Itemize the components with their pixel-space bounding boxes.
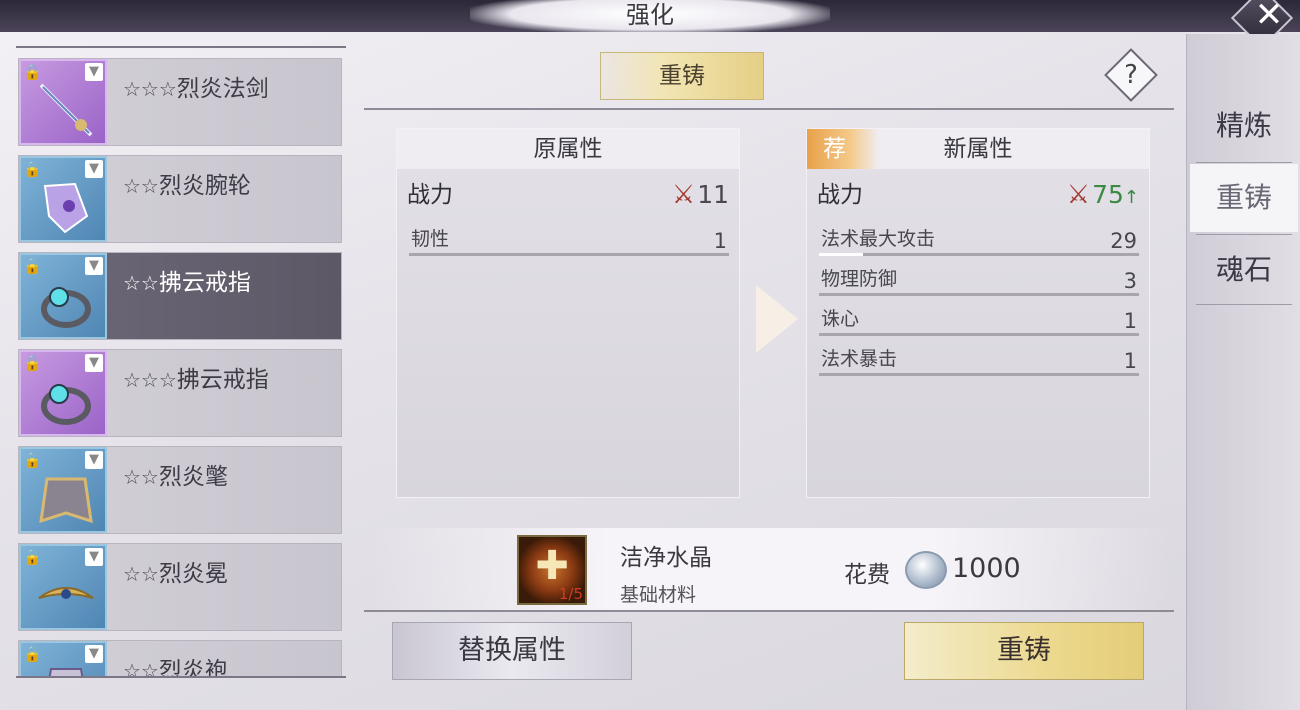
attribute-row: 法术暴击 1 bbox=[819, 337, 1139, 376]
equipment-thumb: 🔒 ▼ bbox=[19, 544, 107, 630]
crossed-swords-icon: ⚔ bbox=[1066, 180, 1091, 210]
attribute-value: 1 bbox=[1123, 309, 1137, 333]
equipment-item[interactable]: 🔒 ▼ ☆☆☆拂云戒指 bbox=[18, 349, 342, 437]
item-name: ☆☆烈炎袍 bbox=[123, 658, 228, 678]
crossed-swords-icon: ⚔ bbox=[671, 180, 696, 210]
equipment-thumb: 🔒 ▼ bbox=[19, 59, 107, 145]
side-tab-reforge[interactable]: 重铸 bbox=[1190, 164, 1298, 232]
attribute-label: 韧性 bbox=[411, 228, 450, 250]
equipment-thumb: 🔒 ▼ bbox=[19, 447, 107, 533]
power-row: 战力 ⚔75↑ bbox=[817, 177, 1139, 213]
equipment-item[interactable]: 🔒 ▼ ☆☆烈炎腕轮 bbox=[18, 155, 342, 243]
attribute-row: 诛心 1 bbox=[819, 297, 1139, 336]
power-label: 战力 bbox=[407, 182, 453, 208]
side-tab-divider bbox=[1196, 304, 1292, 305]
cloak-art-icon bbox=[39, 477, 93, 524]
old-attributes-panel: 原属性 战力 ⚔11 韧性 1 bbox=[396, 128, 740, 498]
arrow-right-icon bbox=[756, 285, 798, 353]
equipment-item-selected[interactable]: 🔒 ▼ ☆☆拂云戒指 bbox=[18, 252, 342, 340]
attribute-label: 物理防御 bbox=[821, 268, 898, 290]
material-count: 1/5 bbox=[558, 585, 583, 603]
attribute-row: 韧性 1 bbox=[409, 217, 729, 256]
equipment-item[interactable]: 🔒 ▼ ☆☆☆烈炎法剑 bbox=[18, 58, 342, 146]
attribute-value: 29 bbox=[1110, 229, 1137, 253]
power-label: 战力 bbox=[817, 182, 863, 208]
close-icon[interactable]: ✕ bbox=[1249, 0, 1289, 38]
power-up-arrow-icon: ↑ bbox=[1123, 187, 1139, 208]
panel-title: 原属性 bbox=[533, 136, 603, 162]
item-name: ☆☆烈炎冕 bbox=[123, 561, 228, 587]
item-name: ☆☆拂云戒指 bbox=[123, 270, 251, 296]
side-tab-divider bbox=[1196, 234, 1292, 235]
footer-divider bbox=[364, 610, 1174, 612]
attribute-value: 3 bbox=[1123, 269, 1137, 293]
attribute-label: 法术暴击 bbox=[821, 348, 898, 370]
item-name: ☆☆☆拂云戒指 bbox=[123, 367, 269, 393]
equipment-thumb: 🔒 ▼ bbox=[19, 253, 107, 339]
tab-reforge[interactable]: 重铸 bbox=[600, 52, 764, 100]
list-bottom-divider bbox=[16, 676, 346, 678]
bracer-art-icon bbox=[43, 182, 89, 234]
crystal-cross-icon: ✚ bbox=[535, 543, 569, 589]
power-row: 战力 ⚔11 bbox=[407, 177, 729, 213]
crown-art-icon bbox=[38, 587, 94, 599]
material-strip bbox=[370, 528, 1170, 610]
equipment-item[interactable]: 🔒 ▼ ☆☆烈炎冕 bbox=[18, 543, 342, 631]
silver-coin-icon bbox=[905, 551, 947, 589]
equipment-thumb: 🔒 ▼ bbox=[19, 350, 107, 436]
power-value: ⚔75↑ bbox=[1066, 180, 1139, 210]
attribute-label: 法术最大攻击 bbox=[821, 228, 936, 250]
window-title: 强化 bbox=[626, 1, 674, 29]
replace-attributes-button[interactable]: 替换属性 bbox=[392, 622, 632, 680]
ring-art-icon bbox=[41, 384, 91, 425]
material-name: 洁净水晶 bbox=[620, 545, 712, 571]
item-name: ☆☆☆烈炎法剑 bbox=[123, 76, 269, 102]
equipment-list[interactable]: 🔒 ▼ ☆☆☆烈炎法剑 🔒 ▼ ☆☆烈炎腕轮 🔒 ▼ ☆☆拂云戒指 🔒 ▼ ☆☆… bbox=[16, 44, 350, 678]
header-divider bbox=[364, 108, 1174, 110]
attribute-row: 物理防御 3 bbox=[819, 257, 1139, 296]
equipment-item[interactable]: 🔒 ▼ ☆☆烈炎氅 bbox=[18, 446, 342, 534]
material-type: 基础材料 bbox=[620, 584, 697, 606]
reforge-button[interactable]: 重铸 bbox=[904, 622, 1144, 680]
sword-art-icon bbox=[39, 83, 93, 137]
attribute-label: 诛心 bbox=[821, 308, 860, 330]
attribute-highlight bbox=[819, 253, 863, 256]
side-tab-refine[interactable]: 精炼 bbox=[1190, 92, 1298, 160]
equipment-thumb: 🔒 ▼ bbox=[19, 641, 107, 678]
panel-title: 新属性 bbox=[943, 136, 1013, 162]
cost-label: 花费 bbox=[844, 562, 890, 588]
attribute-value: 1 bbox=[713, 229, 727, 253]
ring-art-icon bbox=[41, 287, 91, 328]
item-name: ☆☆烈炎氅 bbox=[123, 464, 228, 490]
item-name: ☆☆烈炎腕轮 bbox=[123, 173, 251, 199]
attribute-row: 法术最大攻击 29 bbox=[819, 217, 1139, 256]
new-attributes-panel: 荐 新属性 战力 ⚔75↑ 法术最大攻击 29 物理防御 3 诛心 1 法术暴击… bbox=[806, 128, 1150, 498]
help-icon[interactable]: ? bbox=[1112, 56, 1150, 94]
attribute-value: 1 bbox=[1123, 349, 1137, 373]
cost-value: 1000 bbox=[952, 553, 1021, 584]
equipment-item[interactable]: 🔒 ▼ ☆☆烈炎袍 bbox=[18, 640, 342, 678]
power-value: ⚔11 bbox=[671, 180, 729, 210]
crystal-material-icon[interactable]: ✚ 1/5 bbox=[517, 535, 587, 605]
side-tab-soulstone[interactable]: 魂石 bbox=[1190, 236, 1298, 304]
equipment-thumb: 🔒 ▼ bbox=[19, 156, 107, 242]
side-tab-divider bbox=[1196, 162, 1292, 163]
